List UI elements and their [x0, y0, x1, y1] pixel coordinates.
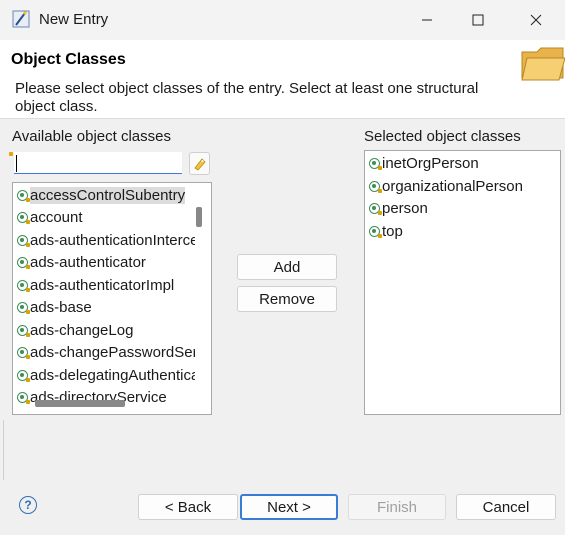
list-item[interactable]: inetOrgPerson [369, 152, 479, 174]
wizard-header: Object Classes Please select object clas… [0, 40, 565, 119]
vertical-scroll-thumb[interactable] [196, 207, 202, 227]
object-class-icon [17, 324, 30, 337]
list-item[interactable]: organizationalPerson [369, 175, 523, 197]
selected-classes-list[interactable]: inetOrgPerson organizationalPerson perso… [364, 150, 561, 415]
list-item[interactable]: ads-changeLog [17, 319, 133, 341]
object-class-icon [369, 180, 382, 193]
object-class-icon [17, 211, 30, 224]
list-item[interactable]: ads-base [17, 296, 92, 318]
object-class-icon [369, 157, 382, 170]
object-class-icon [17, 301, 30, 314]
close-button[interactable] [514, 6, 558, 34]
list-item[interactable]: ads-authenticator [17, 251, 146, 273]
ldap-entry-wand-icon [12, 10, 30, 28]
selected-classes-label: Selected object classes [364, 128, 521, 145]
minimize-icon [422, 19, 432, 21]
text-caret [16, 155, 17, 172]
list-item[interactable]: top [369, 220, 403, 242]
folder-open-icon [521, 47, 565, 81]
help-icon[interactable]: ? [19, 496, 37, 514]
required-field-marker [9, 152, 13, 156]
object-class-icon [17, 189, 30, 202]
object-class-icon [369, 225, 382, 238]
object-class-icon [369, 202, 382, 215]
object-class-icon [17, 279, 30, 292]
object-class-icon [17, 391, 30, 404]
list-item[interactable]: person [369, 197, 428, 219]
window-edge-divider [0, 420, 4, 480]
add-button[interactable]: Add [237, 254, 337, 280]
page-title: Object Classes [11, 51, 126, 68]
filter-settings-button[interactable] [189, 152, 210, 175]
minimize-button[interactable] [405, 6, 449, 34]
maximize-button[interactable] [456, 6, 500, 34]
remove-button[interactable]: Remove [237, 286, 337, 312]
title-bar[interactable]: New Entry [0, 0, 565, 40]
object-class-icon [17, 369, 30, 382]
object-class-icon [17, 346, 30, 359]
back-button[interactable]: < Back [138, 494, 238, 520]
object-class-icon [17, 234, 30, 247]
list-item[interactable]: ads-authenticationInterceptor [17, 229, 211, 251]
filter-input[interactable] [14, 152, 182, 174]
available-classes-list[interactable]: accessControlSubentry account ads-authen… [12, 182, 212, 415]
close-icon [530, 14, 542, 26]
available-classes-label: Available object classes [12, 128, 171, 145]
list-item[interactable]: ads-changePasswordServer [17, 341, 211, 363]
list-item[interactable]: ads-delegatingAuthenticator [17, 364, 211, 386]
next-button[interactable]: Next > [240, 494, 338, 520]
list-item[interactable]: account [17, 206, 83, 228]
finish-button[interactable]: Finish [348, 494, 446, 520]
cancel-button[interactable]: Cancel [456, 494, 556, 520]
list-item[interactable]: accessControlSubentry [17, 184, 186, 206]
list-item[interactable]: ads-authenticatorImpl [17, 274, 174, 296]
maximize-icon [472, 14, 484, 26]
window-title: New Entry [39, 11, 109, 28]
filter-tag-icon [194, 158, 206, 171]
new-entry-dialog: New Entry Object Classes Please select o… [0, 0, 565, 535]
page-description: Please select object classes of the entr… [15, 80, 479, 115]
object-class-icon [17, 256, 30, 269]
horizontal-scroll-thumb[interactable] [35, 400, 125, 407]
